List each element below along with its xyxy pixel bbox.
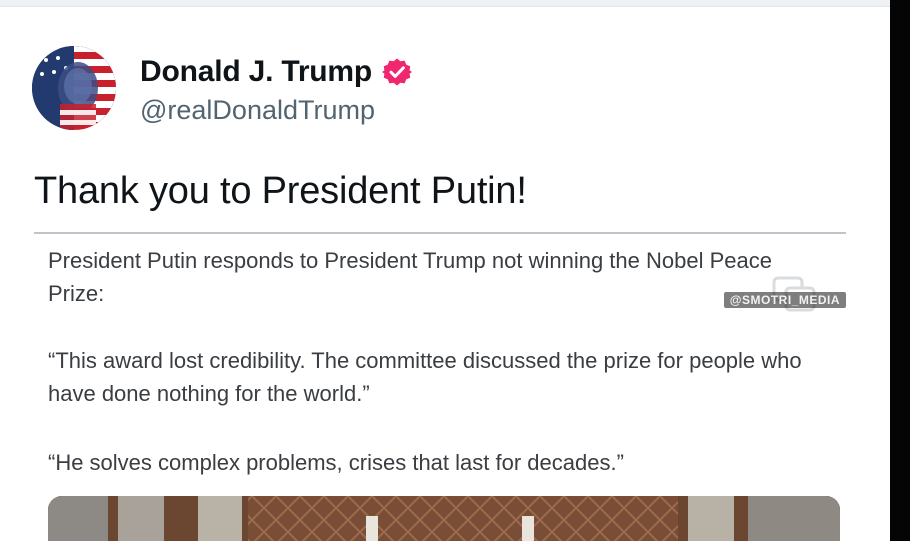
avatar-image [32,46,116,130]
right-edge-bar [890,0,910,541]
quoted-paragraph-2: “This award lost credibility. The commit… [48,348,802,406]
quoted-paragraph-3: “He solves complex problems, crises that… [48,450,624,475]
author-display-name[interactable]: Donald J. Trump [140,55,372,89]
post-text: Thank you to President Putin! [34,170,527,212]
screenshot-frame: Donald J. Trump @realDonaldTrump Thank y… [0,0,910,541]
author-name-row: Donald J. Trump [140,52,413,92]
avatar[interactable] [32,46,116,130]
media-watermark: @SMOTRI_MEDIA [723,292,846,308]
author-handle[interactable]: @realDonaldTrump [140,95,375,126]
quoted-paragraph-1: President Putin responds to President Tr… [48,248,772,306]
quoted-image-card[interactable]: President Putin responds to President Tr… [34,232,846,541]
top-divider [0,0,890,7]
media-thumbnail[interactable] [48,496,840,541]
verified-badge-icon[interactable] [382,57,413,87]
